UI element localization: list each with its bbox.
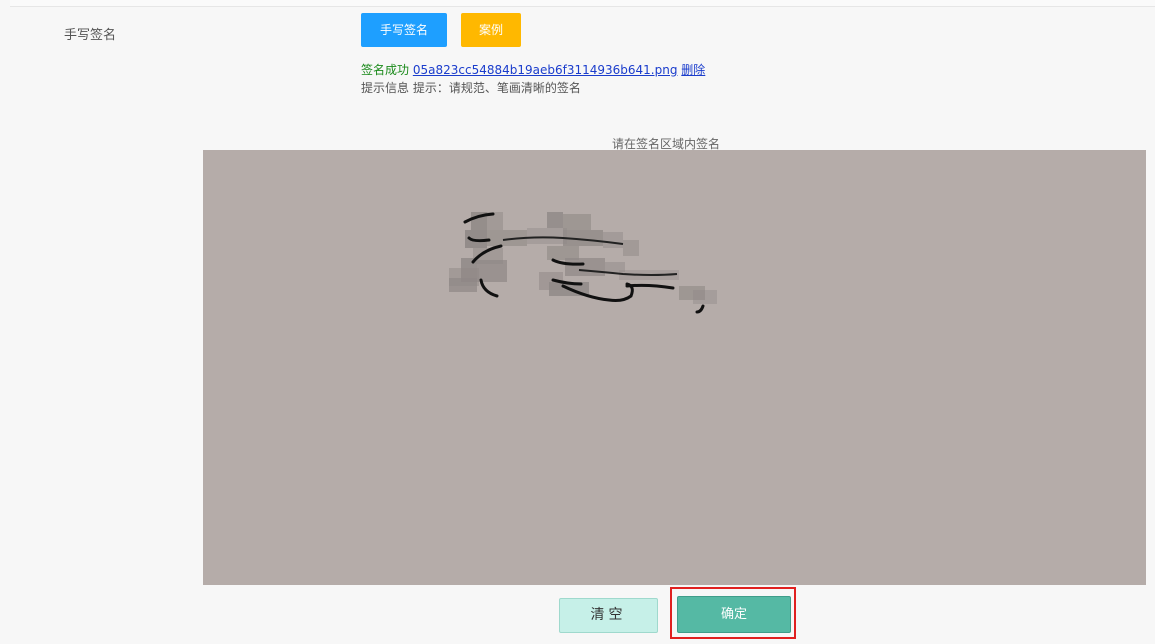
hint-text: 提示信息 提示：请规范、笔画清晰的签名 — [361, 81, 581, 95]
example-button[interactable]: 案例 — [461, 13, 521, 47]
upload-status: 签名成功 05a823cc54884b19aeb6f3114936b641.pn… — [361, 61, 705, 78]
signature-file-link[interactable]: 05a823cc54884b19aeb6f3114936b641.png — [413, 63, 678, 77]
clear-button[interactable]: 清空 — [559, 598, 658, 633]
handwritten-sign-button[interactable]: 手写签名 — [361, 13, 447, 47]
pixelated-mask — [449, 212, 717, 304]
top-divider — [10, 0, 1155, 7]
confirm-button[interactable]: 确定 — [677, 596, 791, 633]
signature-drawing — [449, 212, 717, 314]
delete-link[interactable]: 删除 — [681, 63, 705, 77]
success-text: 签名成功 — [361, 63, 410, 77]
signature-canvas[interactable] — [203, 150, 1146, 585]
signature-field-label: 手写签名 — [64, 28, 117, 43]
